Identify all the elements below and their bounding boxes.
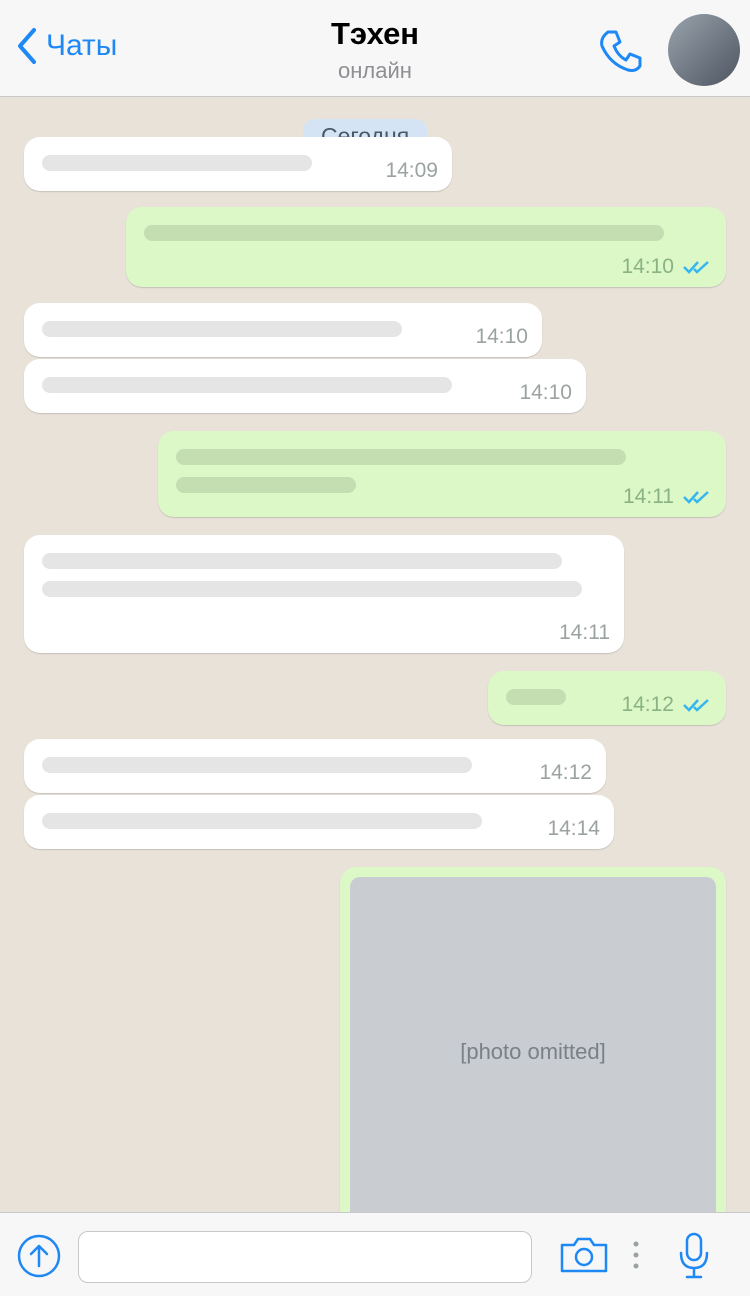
camera-icon — [560, 1237, 608, 1273]
more-button[interactable] — [632, 1239, 640, 1276]
camera-button[interactable] — [558, 1235, 610, 1280]
message-time: 14:11 — [559, 621, 610, 644]
message-bubble[interactable]: 14:11 — [158, 431, 726, 517]
message-meta: 14:10 — [475, 325, 528, 349]
message-time: 14:12 — [539, 761, 592, 784]
avatar[interactable] — [668, 14, 740, 86]
message-redacted — [42, 553, 562, 569]
message-time: 14:12 — [621, 693, 674, 716]
message-redacted — [42, 581, 582, 597]
message-redacted — [42, 757, 472, 773]
attach-button[interactable] — [16, 1233, 62, 1284]
chat-screen: Чаты Тэхен онлайн Сегодня 14:09 14:10 14… — [0, 0, 750, 1296]
message-time: 14:11 — [623, 485, 674, 508]
message-redacted — [144, 225, 664, 241]
message-input[interactable] — [78, 1231, 532, 1283]
more-icon — [633, 1241, 639, 1269]
message-bubble[interactable]: 14:09 — [24, 137, 452, 191]
message-meta: 14:11 — [559, 621, 610, 645]
message-meta: 14:10 — [621, 255, 712, 279]
message-bubble[interactable]: 14:10 — [126, 207, 726, 287]
message-time: 14:14 — [547, 817, 600, 840]
message-meta: 14:12 — [539, 761, 592, 785]
message-redacted — [176, 449, 626, 465]
double-check-icon — [683, 261, 709, 274]
message-bubble[interactable]: 14:12 — [24, 739, 606, 793]
double-check-icon — [683, 491, 709, 504]
message-time: 14:10 — [519, 381, 572, 404]
message-meta: 14:09 — [385, 159, 438, 183]
message-redacted — [42, 813, 482, 829]
microphone-button[interactable] — [678, 1231, 710, 1286]
photo-message[interactable]: [photo omitted] — [340, 867, 726, 1227]
photo-placeholder: [photo omitted] — [350, 877, 716, 1227]
message-bubble[interactable]: 14:10 — [24, 303, 542, 357]
upload-icon — [17, 1234, 61, 1278]
message-meta: 14:10 — [519, 381, 572, 405]
message-time: 14:10 — [621, 255, 674, 278]
message-list[interactable]: Сегодня 14:09 14:10 14:10 14:10 14:11 14… — [0, 97, 750, 1227]
double-check-icon — [683, 699, 709, 712]
chat-header: Чаты Тэхен онлайн — [0, 0, 750, 97]
message-redacted — [42, 155, 312, 171]
message-bubble[interactable]: 14:14 — [24, 795, 614, 849]
message-time: 14:10 — [475, 325, 528, 348]
message-redacted — [176, 477, 356, 493]
message-bubble[interactable]: 14:11 — [24, 535, 624, 653]
input-bar — [0, 1212, 750, 1296]
call-button[interactable] — [596, 26, 646, 81]
message-bubble[interactable]: 14:10 — [24, 359, 586, 413]
message-time: 14:09 — [385, 159, 438, 182]
microphone-icon — [679, 1232, 709, 1279]
message-redacted — [42, 377, 452, 393]
message-redacted — [506, 689, 566, 705]
message-meta: 14:11 — [623, 485, 712, 509]
message-meta: 14:12 — [621, 693, 712, 717]
phone-icon — [600, 30, 642, 72]
message-bubble[interactable]: 14:12 — [488, 671, 726, 725]
message-meta: 14:14 — [547, 817, 600, 841]
message-redacted — [42, 321, 402, 337]
